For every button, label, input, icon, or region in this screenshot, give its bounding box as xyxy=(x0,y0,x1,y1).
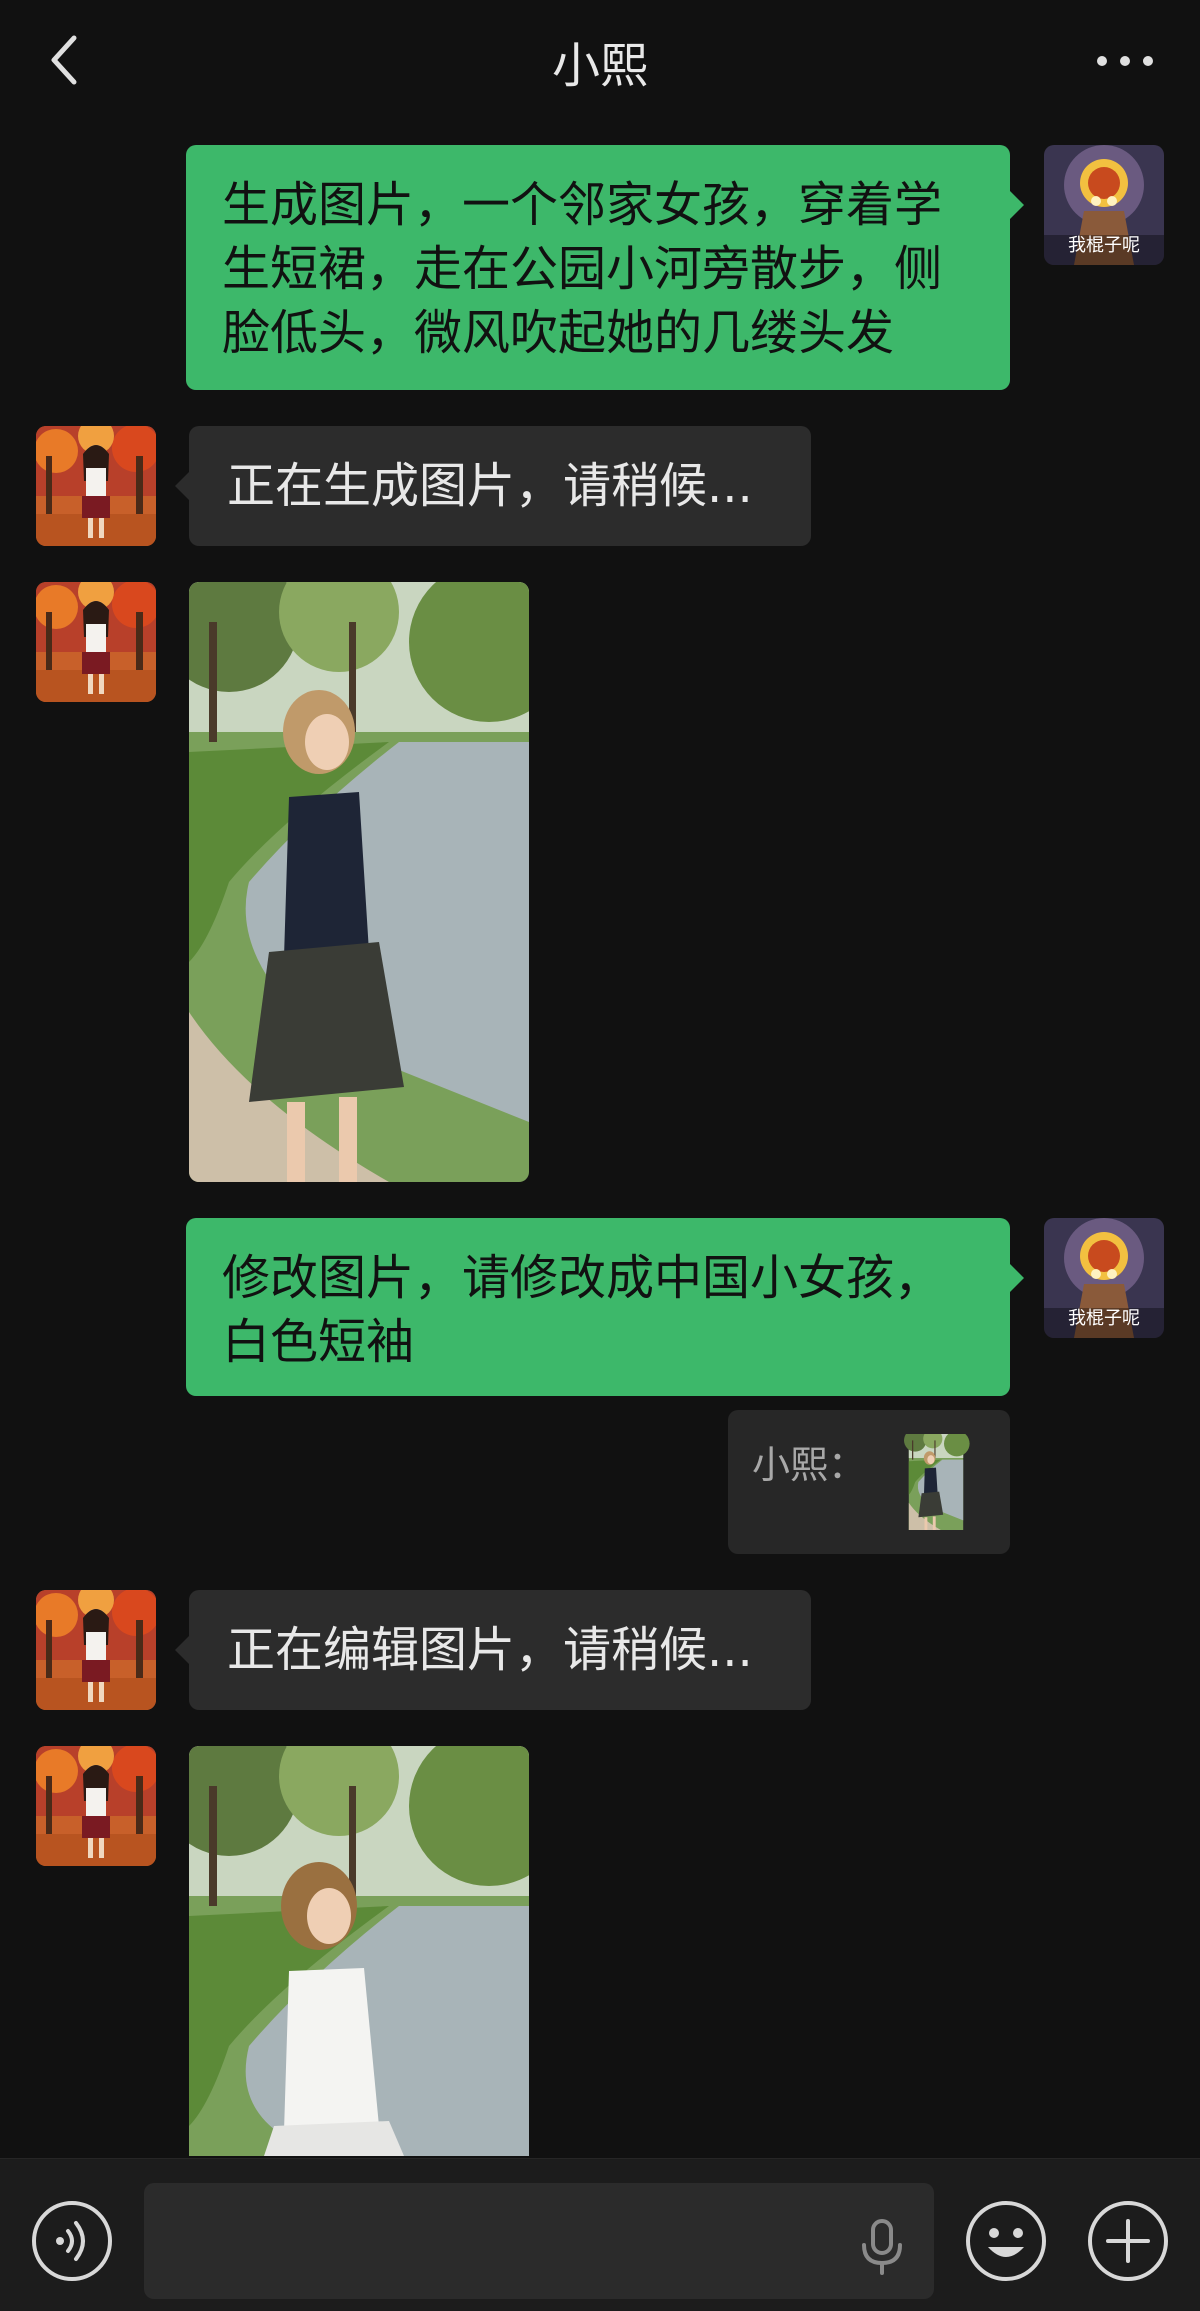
bubble-tail xyxy=(1010,1264,1024,1292)
user-avatar[interactable]: 我棍子呢 xyxy=(1044,145,1164,265)
quote-sender: 小熙： xyxy=(752,1443,867,1487)
input-bar xyxy=(0,2158,1200,2311)
bot-avatar-image xyxy=(36,1590,156,1710)
message-text: 正在编辑图片，请稍候... xyxy=(227,1622,753,1678)
plus-icon[interactable] xyxy=(1086,2199,1170,2283)
bot-avatar-image xyxy=(36,1746,156,1866)
chat-area[interactable]: 生成图片，一个邻家女孩，穿着学 生短裙，走在公园小河旁散步，侧 脸低头，微风吹起… xyxy=(0,0,1200,2160)
bot-avatar-image xyxy=(36,426,156,546)
bot-avatar[interactable] xyxy=(36,582,156,702)
generated-image[interactable] xyxy=(189,582,529,1182)
bot-avatar-image xyxy=(36,582,156,702)
message-line: 白色短袖 xyxy=(222,1314,415,1370)
bubble-tail xyxy=(1010,191,1024,219)
message-text: 正在生成图片，请稍候... xyxy=(227,458,753,514)
bubble-tail xyxy=(175,1636,189,1664)
bubble-tail xyxy=(175,472,189,500)
bot-avatar[interactable] xyxy=(36,1746,156,1866)
bot-avatar[interactable] xyxy=(36,426,156,546)
bot-avatar[interactable] xyxy=(36,1590,156,1710)
message-bubble-incoming[interactable]: 正在生成图片，请稍候... xyxy=(189,426,811,546)
quoted-message[interactable]: 小熙： xyxy=(728,1410,1010,1554)
chat-title: 小熙 xyxy=(551,38,648,94)
message-line: 生短裙，走在公园小河旁散步，侧 xyxy=(222,241,943,297)
quote-thumbnail[interactable] xyxy=(888,1434,984,1530)
edited-image[interactable] xyxy=(189,1746,529,2160)
avatar-caption: 我棍子呢 xyxy=(1068,235,1140,256)
more-dots-icon[interactable] xyxy=(1090,36,1160,86)
user-avatar[interactable]: 我棍子呢 xyxy=(1044,1218,1164,1338)
message-line: 生成图片，一个邻家女孩，穿着学 xyxy=(222,177,943,233)
message-bubble-incoming[interactable]: 正在编辑图片，请稍候... xyxy=(189,1590,811,1710)
emoji-icon[interactable] xyxy=(964,2199,1048,2283)
avatar-caption: 我棍子呢 xyxy=(1068,1308,1140,1329)
message-line: 脸低头，微风吹起她的几缕头发 xyxy=(222,305,895,361)
message-bubble-outgoing[interactable]: 修改图片，请修改成中国小女孩， 白色短袖 xyxy=(186,1218,1010,1396)
message-line: 修改图片，请修改成中国小女孩， xyxy=(222,1250,943,1306)
quote-thumbnail-image xyxy=(888,1434,984,1530)
chat-header: 小熙 xyxy=(0,0,1200,120)
edited-image-content xyxy=(189,1746,529,2156)
generated-image-content xyxy=(189,582,529,1182)
voice-icon[interactable] xyxy=(30,2199,114,2283)
message-bubble-outgoing[interactable]: 生成图片，一个邻家女孩，穿着学 生短裙，走在公园小河旁散步，侧 脸低头，微风吹起… xyxy=(186,145,1010,390)
mic-icon[interactable] xyxy=(858,2217,906,2277)
message-input[interactable] xyxy=(144,2183,934,2299)
